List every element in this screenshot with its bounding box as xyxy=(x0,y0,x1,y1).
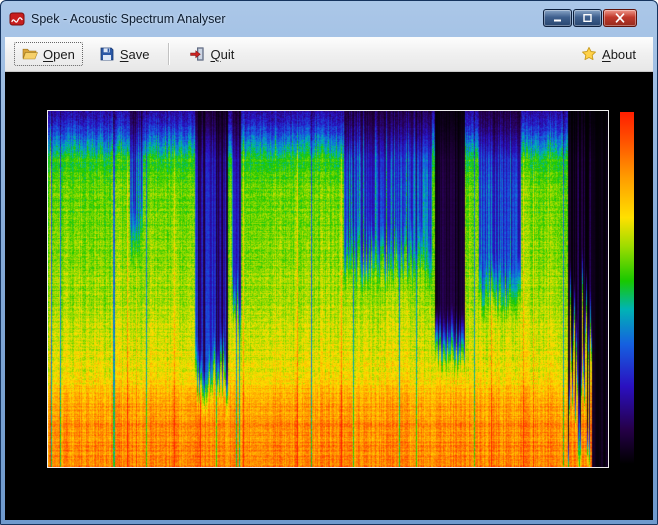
open-folder-icon xyxy=(22,46,38,62)
save-label: Save xyxy=(119,46,150,62)
about-button[interactable]: About xyxy=(573,42,644,66)
toolbar: Open Save Quit About xyxy=(5,37,653,72)
star-icon xyxy=(581,46,597,62)
open-label: Open xyxy=(43,46,75,62)
open-button[interactable]: Open xyxy=(14,42,83,66)
exit-door-icon xyxy=(189,46,205,62)
window: Spek - Acoustic Spectrum Analyser Open S… xyxy=(0,0,658,525)
toolbar-separator xyxy=(168,43,171,65)
window-title: Spek - Acoustic Spectrum Analyser xyxy=(31,12,226,26)
content-area xyxy=(5,72,653,520)
minimize-button[interactable] xyxy=(543,9,572,27)
maximize-button[interactable] xyxy=(573,9,602,27)
maximize-icon xyxy=(582,11,593,26)
quit-button[interactable]: Quit xyxy=(181,42,242,66)
close-icon xyxy=(614,11,626,26)
quit-label: Quit xyxy=(210,46,235,62)
titlebar[interactable]: Spek - Acoustic Spectrum Analyser xyxy=(5,1,653,37)
color-scale-legend xyxy=(620,112,634,464)
spectrogram-canvas xyxy=(47,110,609,468)
save-button[interactable]: Save xyxy=(91,42,158,66)
close-button[interactable] xyxy=(603,9,637,27)
window-controls xyxy=(543,9,637,27)
minimize-icon xyxy=(552,11,563,26)
floppy-disk-icon xyxy=(99,46,115,62)
about-label: About xyxy=(602,46,636,62)
app-icon xyxy=(9,11,25,27)
